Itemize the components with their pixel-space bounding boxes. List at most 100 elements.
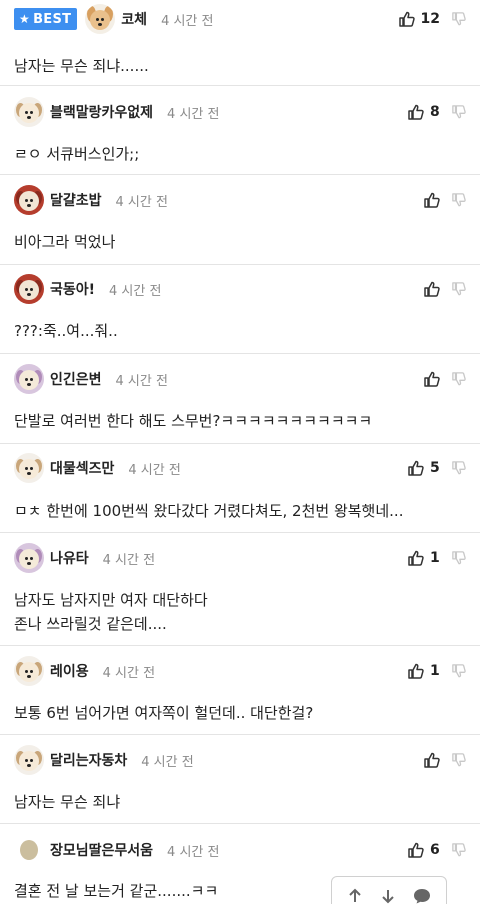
thumbs-up-icon bbox=[424, 192, 440, 208]
comment-text: 남자도 남자지만 여자 대단하다 bbox=[14, 591, 208, 609]
dislike-button[interactable] bbox=[452, 282, 466, 296]
thumbs-up-icon bbox=[424, 752, 440, 768]
comment-item: 레이용 4 시간 전 1 보통 6번 넘어가면 여자쪽이 헐던데.. 대단한걸? bbox=[0, 646, 480, 735]
like-button[interactable]: 1 bbox=[408, 550, 440, 566]
comment-text: 존나 쓰라릴것 같은데.... bbox=[14, 615, 167, 633]
avatar[interactable] bbox=[14, 364, 44, 394]
nickname[interactable]: 블랙말랑카우없제 bbox=[50, 102, 153, 122]
arrow-down-icon[interactable] bbox=[380, 888, 396, 904]
comment-header: 장모님딸은무서움 4 시간 전 bbox=[14, 835, 219, 865]
nickname[interactable]: 코체 bbox=[121, 9, 147, 29]
like-button[interactable] bbox=[424, 281, 440, 297]
thumbs-up-icon bbox=[408, 460, 424, 476]
comment-item: ★ BEST 코체 4 시간 전 12 남자는 무슨 죄냐...... bbox=[0, 4, 480, 86]
comment-header: 인긴은변 4 시간 전 bbox=[14, 364, 168, 394]
dislike-button[interactable] bbox=[452, 193, 466, 207]
timestamp: 4 시간 전 bbox=[167, 844, 220, 860]
like-count: 1 bbox=[430, 663, 440, 679]
nickname[interactable]: 달리는자동차 bbox=[50, 750, 127, 770]
like-button[interactable] bbox=[424, 192, 440, 208]
nickname[interactable]: 레이용 bbox=[50, 661, 89, 681]
comment-item: 국동아! 4 시간 전 ???:죽..여...줘.. bbox=[0, 265, 480, 354]
comment-header: 레이용 4 시간 전 bbox=[14, 656, 155, 686]
arrow-up-icon[interactable] bbox=[347, 888, 363, 904]
comment-item: 달리는자동차 4 시간 전남자는 무슨 죄냐 bbox=[0, 735, 480, 824]
like-count: 5 bbox=[430, 460, 440, 476]
avatar[interactable] bbox=[14, 185, 44, 215]
comment-header: ★ BEST 코체 4 시간 전 bbox=[14, 4, 213, 34]
thumbs-down-icon bbox=[452, 193, 466, 207]
dislike-button[interactable] bbox=[452, 372, 466, 386]
nickname[interactable]: 인긴은변 bbox=[50, 369, 102, 389]
like-count: 12 bbox=[420, 11, 440, 27]
comment-text: 보통 6번 넘어가면 여자쪽이 헐던데.. 대단한걸? bbox=[14, 704, 314, 722]
nickname[interactable]: 나유타 bbox=[50, 548, 89, 568]
comment-item: 나유타 4 시간 전 1 남자도 남자지만 여자 대단하다존나 쓰라릴것 같은데...… bbox=[0, 533, 480, 646]
thumbs-up-icon bbox=[424, 371, 440, 387]
vote-controls: 1 bbox=[408, 656, 466, 686]
like-button[interactable] bbox=[424, 371, 440, 387]
like-count: 1 bbox=[430, 550, 440, 566]
like-button[interactable]: 8 bbox=[408, 104, 440, 120]
dislike-button[interactable] bbox=[452, 105, 466, 119]
like-button[interactable]: 6 bbox=[408, 842, 440, 858]
dislike-button[interactable] bbox=[452, 551, 466, 565]
comment-text: ???:죽..여...줘.. bbox=[14, 322, 118, 340]
like-count: 8 bbox=[430, 104, 440, 120]
like-button[interactable]: 5 bbox=[408, 460, 440, 476]
nickname[interactable]: 장모님딸은무서움 bbox=[50, 840, 153, 860]
timestamp: 4 시간 전 bbox=[115, 194, 168, 210]
best-badge-label: BEST bbox=[33, 11, 72, 27]
like-button[interactable]: 1 bbox=[408, 663, 440, 679]
nickname[interactable]: 대물섹즈만 bbox=[50, 458, 114, 478]
vote-controls: 8 bbox=[408, 97, 466, 127]
vote-controls: 12 bbox=[398, 4, 466, 34]
avatar[interactable] bbox=[14, 745, 44, 775]
thumbs-up-icon bbox=[408, 663, 424, 679]
comment-header: 달걀초밥 4 시간 전 bbox=[14, 185, 168, 215]
timestamp: 4 시간 전 bbox=[141, 754, 194, 770]
like-button[interactable] bbox=[424, 752, 440, 768]
avatar[interactable] bbox=[14, 97, 44, 127]
dislike-button[interactable] bbox=[452, 753, 466, 767]
timestamp: 4 시간 전 bbox=[102, 552, 156, 568]
timestamp: 4 시간 전 bbox=[109, 283, 162, 299]
comment-item: 달걀초밥 4 시간 전비아그라 먹었나 bbox=[0, 175, 480, 265]
dislike-button[interactable] bbox=[452, 664, 466, 678]
floating-toolbar bbox=[331, 876, 447, 904]
nickname[interactable]: 국동아! bbox=[50, 279, 95, 299]
vote-controls bbox=[424, 364, 466, 394]
timestamp: 4 시간 전 bbox=[167, 106, 220, 122]
thumbs-up-icon bbox=[424, 281, 440, 297]
avatar[interactable] bbox=[14, 835, 44, 865]
dislike-button[interactable] bbox=[452, 843, 466, 857]
vote-controls: 5 bbox=[408, 453, 466, 483]
comment-header: 블랙말랑카우없제 4 시간 전 bbox=[14, 97, 219, 127]
thumbs-down-icon bbox=[452, 282, 466, 296]
like-count: 6 bbox=[430, 842, 440, 858]
comment-text: 단발로 여러번 한다 해도 스무번?ㅋㅋㅋㅋㅋㅋㅋㅋㅋㅋㅋ bbox=[14, 412, 373, 430]
vote-controls bbox=[424, 745, 466, 775]
comment-text: 남자는 무슨 죄냐 bbox=[14, 793, 121, 811]
thumbs-up-icon bbox=[398, 11, 415, 27]
comment-text: 비아그라 먹었나 bbox=[14, 233, 116, 251]
nickname[interactable]: 달걀초밥 bbox=[50, 190, 102, 210]
comment-text: 결혼 전 날 보는거 같군.......ㅋㅋ bbox=[14, 882, 219, 900]
avatar[interactable] bbox=[85, 4, 116, 34]
best-badge: ★ BEST bbox=[14, 8, 78, 30]
thumbs-down-icon bbox=[452, 12, 466, 26]
avatar[interactable] bbox=[14, 453, 44, 483]
thumbs-down-icon bbox=[452, 551, 466, 565]
avatar[interactable] bbox=[14, 274, 44, 304]
thumbs-up-icon bbox=[408, 550, 424, 566]
avatar[interactable] bbox=[14, 543, 44, 573]
thumbs-up-icon bbox=[408, 842, 424, 858]
avatar[interactable] bbox=[14, 656, 44, 686]
thumbs-down-icon bbox=[452, 664, 466, 678]
comment-bubble-icon[interactable] bbox=[413, 888, 431, 904]
dislike-button[interactable] bbox=[452, 461, 466, 475]
comment-text: ㄹㅇ 서큐버스인가;; bbox=[14, 145, 140, 163]
dislike-button[interactable] bbox=[452, 12, 466, 26]
comment-text: 남자는 무슨 죄냐...... bbox=[14, 57, 149, 75]
like-button[interactable]: 12 bbox=[398, 11, 440, 27]
